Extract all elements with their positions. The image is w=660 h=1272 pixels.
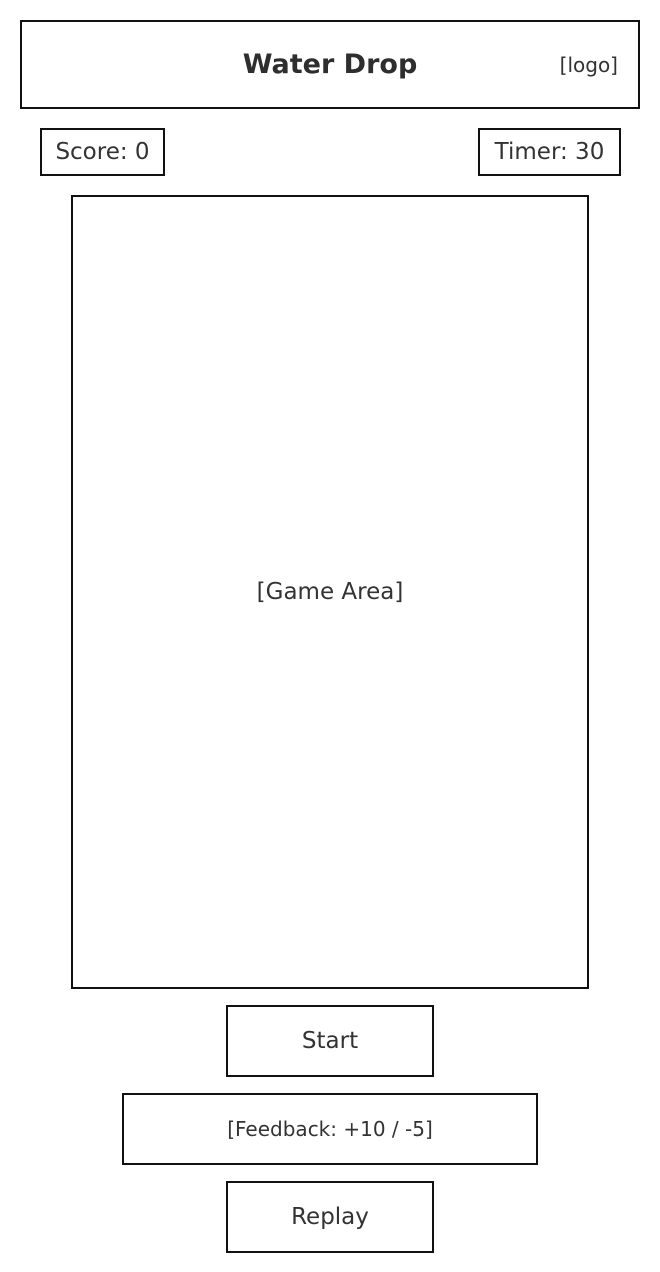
game-area-label: [Game Area] [256, 579, 404, 605]
header-bar: Water Drop [logo] [20, 20, 640, 109]
start-button[interactable]: Start [226, 1005, 434, 1077]
game-area[interactable]: [Game Area] [71, 195, 589, 989]
app-title: Water Drop [242, 49, 418, 80]
replay-button[interactable]: Replay [226, 1181, 434, 1253]
feedback-display: [Feedback: +10 / -5] [122, 1093, 538, 1165]
logo-placeholder: [logo] [559, 52, 618, 77]
score-display: Score: 0 [40, 128, 165, 176]
timer-display: Timer: 30 [478, 128, 621, 176]
